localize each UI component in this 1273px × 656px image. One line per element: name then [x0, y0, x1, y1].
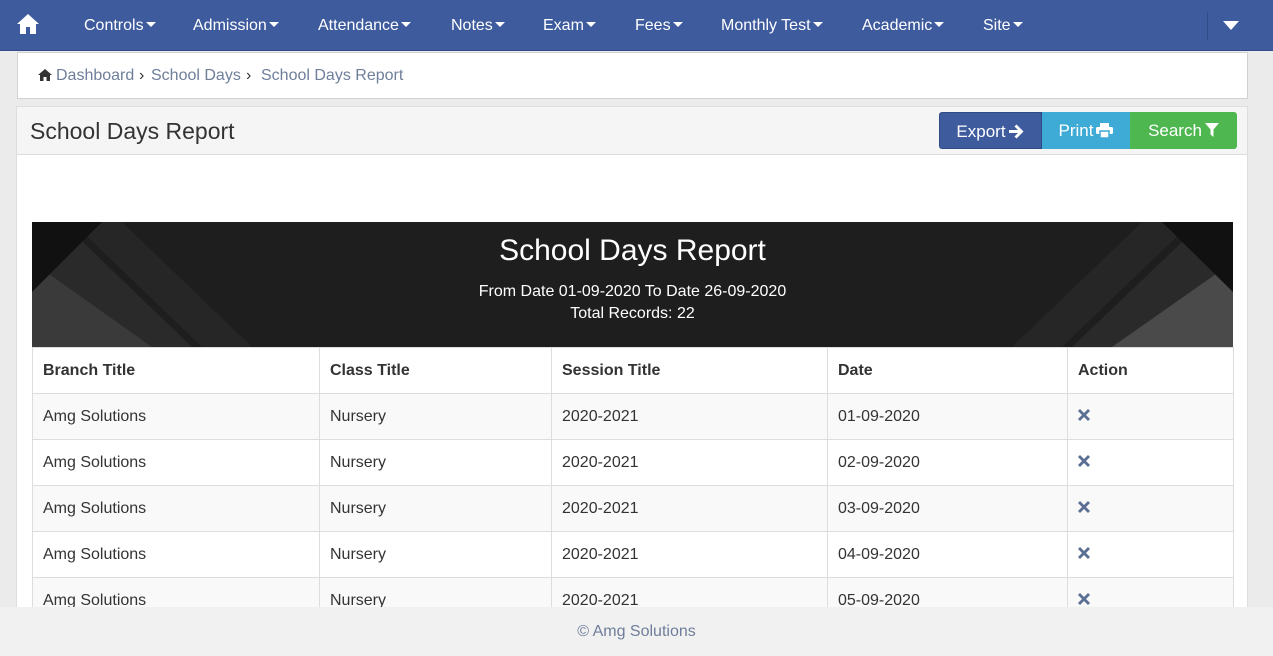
chevron-down-icon [494, 22, 505, 28]
chevron-down-icon [934, 22, 945, 28]
nav-admission[interactable]: Admission [193, 0, 279, 51]
chevron-down-icon [585, 22, 596, 28]
footer-copyright: © Amg Solutions [577, 623, 696, 640]
branch-cell: Amg Solutions [32, 439, 320, 486]
branch-cell: Amg Solutions [32, 485, 320, 532]
chevron-down-icon [1012, 22, 1023, 28]
delete-icon[interactable] [1078, 409, 1090, 422]
delete-icon[interactable] [1078, 593, 1090, 606]
chevron-down-icon [400, 22, 411, 28]
column-header: Class Title [319, 347, 552, 394]
column-header: Branch Title [32, 347, 320, 394]
session-cell: 2020-2021 [551, 393, 828, 440]
report-panel: School Days Report Export Print Search S… [16, 106, 1248, 656]
date-cell: 02-09-2020 [827, 439, 1068, 486]
class-cell: Nursery [319, 531, 552, 578]
export-button[interactable]: Export [939, 112, 1042, 149]
nav-notes[interactable]: Notes [451, 0, 505, 51]
arrow-right-icon [1008, 124, 1024, 139]
action-cell [1067, 439, 1234, 486]
breadcrumb-dashboard[interactable]: Dashboard [56, 67, 134, 85]
panel-header: School Days Report Export Print Search [17, 107, 1247, 155]
school-days-table: Branch Title Class Title Session Title D… [32, 347, 1234, 624]
action-cell [1067, 485, 1234, 532]
delete-icon[interactable] [1078, 547, 1090, 560]
nav-attendance[interactable]: Attendance [318, 0, 411, 51]
page-footer: © Amg Solutions [0, 607, 1273, 656]
session-cell: 2020-2021 [551, 531, 828, 578]
action-cell [1067, 393, 1234, 440]
chevron-down-icon [672, 22, 683, 28]
column-header: Date [827, 347, 1068, 394]
print-button[interactable]: Print [1042, 112, 1130, 149]
date-cell: 04-09-2020 [827, 531, 1068, 578]
home-icon[interactable] [38, 69, 52, 81]
class-cell: Nursery [319, 485, 552, 532]
caret-down-icon[interactable] [1223, 21, 1239, 30]
home-icon[interactable] [16, 13, 40, 35]
page-title: School Days Report [30, 118, 235, 144]
report-title: School Days Report [499, 234, 766, 267]
session-cell: 2020-2021 [551, 439, 828, 486]
nav-controls[interactable]: Controls [84, 0, 156, 51]
nav-exam[interactable]: Exam [543, 0, 596, 51]
breadcrumb-current: School Days Report [261, 67, 404, 84]
top-navbar: Controls Admission Attendance Notes Exam… [0, 0, 1273, 51]
report-total-records: Total Records: 22 [570, 305, 695, 322]
filter-icon [1204, 123, 1219, 138]
nav-site[interactable]: Site [983, 0, 1023, 51]
delete-icon[interactable] [1078, 501, 1090, 514]
action-cell [1067, 531, 1234, 578]
class-cell: Nursery [319, 439, 552, 486]
branch-cell: Amg Solutions [32, 531, 320, 578]
report-banner: School Days Report From Date 01-09-2020 … [32, 222, 1233, 347]
breadcrumb-separator: › [139, 67, 145, 84]
session-cell: 2020-2021 [551, 485, 828, 532]
chevron-down-icon [268, 22, 279, 28]
breadcrumb: Dashboard › School Days › School Days Re… [17, 52, 1248, 99]
search-button[interactable]: Search [1130, 112, 1237, 149]
column-header: Session Title [551, 347, 828, 394]
date-cell: 01-09-2020 [827, 393, 1068, 440]
table-header-row: Branch Title Class Title Session Title D… [32, 347, 1234, 394]
nav-monthly-test[interactable]: Monthly Test [721, 0, 823, 51]
date-cell: 03-09-2020 [827, 485, 1068, 532]
breadcrumb-school-days[interactable]: School Days [151, 67, 241, 85]
branch-cell: Amg Solutions [32, 393, 320, 440]
column-header: Action [1067, 347, 1234, 394]
class-cell: Nursery [319, 393, 552, 440]
delete-icon[interactable] [1078, 455, 1090, 468]
table-row: Amg Solutions Nursery 2020-2021 01-09-20… [32, 393, 1234, 440]
nav-divider [1207, 12, 1208, 40]
chevron-down-icon [812, 22, 823, 28]
nav-academic[interactable]: Academic [862, 0, 945, 51]
breadcrumb-separator: › [246, 67, 252, 84]
nav-fees[interactable]: Fees [635, 0, 683, 51]
print-icon [1096, 122, 1114, 139]
table-row: Amg Solutions Nursery 2020-2021 04-09-20… [32, 531, 1234, 578]
report-date-range: From Date 01-09-2020 To Date 26-09-2020 [478, 283, 787, 300]
chevron-down-icon [145, 22, 156, 28]
table-row: Amg Solutions Nursery 2020-2021 02-09-20… [32, 439, 1234, 486]
table-row: Amg Solutions Nursery 2020-2021 03-09-20… [32, 485, 1234, 532]
